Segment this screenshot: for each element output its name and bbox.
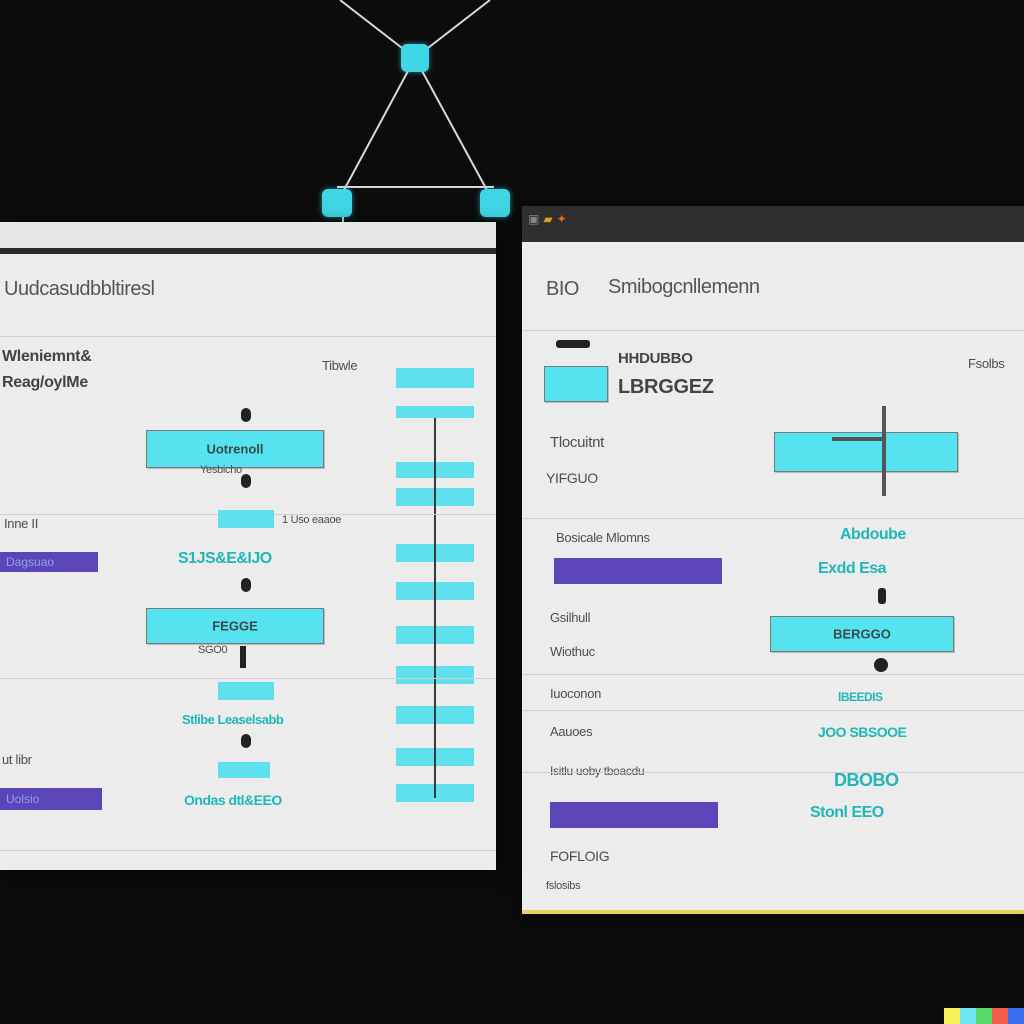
- right-row-2: YIFGUO: [546, 470, 598, 486]
- right-window-titlebar: ▣ ▰ ✦: [522, 206, 1024, 242]
- network-node-right[interactable]: [480, 189, 510, 217]
- slider-handle-icon[interactable]: [874, 658, 888, 672]
- right-row-10: fslosibs: [546, 880, 581, 892]
- left-window-titlebar: [0, 222, 496, 254]
- slider-handle-icon[interactable]: [241, 408, 251, 422]
- left-section-3-label: ut libr: [2, 752, 32, 767]
- right-row-7: Aauoes: [550, 724, 593, 739]
- left-window: Uudcasudbbltiresl Wleniemnt& Reag/oylMe …: [0, 222, 496, 870]
- left-window-title: Uudcasudbbltiresl: [4, 278, 155, 300]
- right-window-title: Smibogcnllemenn: [608, 276, 760, 298]
- right-window: ▣ ▰ ✦ BIO Smibogcnllemenn HHDUBBO LBRGGE…: [522, 206, 1024, 914]
- right-row-8: Isitlu uoby tboacdu: [550, 764, 645, 778]
- left-cyan-text-2: Stlibe Leaselsabb: [182, 712, 284, 727]
- right-box-2[interactable]: BERGGO: [770, 616, 954, 652]
- right-row-1: Tlocuitnt: [550, 434, 604, 451]
- left-cyan-text-3: Ondas dtl&EEO: [184, 792, 282, 808]
- right-box-1-crossbar: [832, 437, 884, 441]
- right-purple-bar-2[interactable]: [550, 802, 718, 828]
- right-cyan-text-1: Abdoube: [840, 526, 906, 543]
- slider-handle-icon[interactable]: [241, 578, 251, 592]
- right-window-toolbar: ▣ ▰ ✦: [528, 212, 567, 226]
- right-purple-bar-1[interactable]: [554, 558, 722, 584]
- right-row-5: Wiothuc: [550, 644, 595, 659]
- left-mini-strip-3: [218, 762, 270, 778]
- left-mini-strip-2: [218, 682, 274, 700]
- folder-icon[interactable]: ▰: [543, 212, 552, 226]
- left-box-2[interactable]: FEGGE: [146, 608, 324, 644]
- right-row-6: Iuoconon: [550, 686, 602, 701]
- left-header-label-2: Reag/oylMe: [2, 374, 88, 391]
- tool-icon[interactable]: ✦: [557, 212, 567, 226]
- left-section-2-label: Inne II: [4, 516, 39, 531]
- left-header-right: Tibwle: [322, 358, 358, 373]
- drag-handle-icon[interactable]: [556, 340, 590, 348]
- right-row-9: FOFLOIG: [550, 848, 610, 864]
- right-row-4: Gsilhull: [550, 610, 591, 625]
- left-box-1[interactable]: Uotrenoll: [146, 430, 324, 468]
- right-header-right: Fsolbs: [968, 356, 1005, 371]
- left-small-caption: 1 Uso eaaoe: [282, 514, 342, 526]
- right-box-1-stem: [882, 406, 886, 496]
- right-cyan-text-3: lBEEDIS: [838, 690, 883, 704]
- left-cyan-text-1: S1JS&E&IJO: [178, 550, 272, 567]
- right-window-statusbar: [522, 910, 1024, 914]
- left-purple-bar-1[interactable]: Dagsuao: [0, 552, 98, 572]
- right-cyan-text-6: Stonl EEO: [810, 804, 884, 821]
- slider-handle-icon[interactable]: [241, 474, 251, 488]
- left-column-stem: [434, 418, 436, 798]
- right-swatch-box[interactable]: [544, 366, 608, 402]
- slider-handle-icon[interactable]: [878, 588, 886, 604]
- left-mini-strip-1: [218, 510, 274, 528]
- right-cyan-text-4: JOO SBSOOE: [818, 724, 907, 740]
- left-strip-2: [396, 406, 474, 418]
- right-row-3: Bosicale Mlomns: [556, 530, 650, 545]
- left-strip-1: [396, 368, 474, 388]
- right-header-label-1: HHDUBBO: [618, 350, 693, 367]
- left-box-2-caption: SGO0: [198, 644, 228, 656]
- network-node-top[interactable]: [401, 44, 429, 72]
- left-purple-bar-2[interactable]: Uolsio: [0, 788, 102, 810]
- right-cyan-text-5: DBOBO: [834, 770, 899, 790]
- right-cyan-text-2: Exdd Esa: [818, 560, 887, 577]
- color-logo: [944, 1008, 1024, 1024]
- slider-handle-icon[interactable]: [241, 734, 251, 748]
- right-header-label-2: LBRGGEZ: [618, 376, 714, 398]
- app-icon[interactable]: ▣: [528, 212, 539, 226]
- left-header-label-1: Wleniemnt&: [2, 348, 92, 365]
- left-box-2-stem: [240, 646, 246, 668]
- right-window-title-prefix: BIO: [546, 278, 579, 300]
- left-box-1-caption: Yesbicho: [200, 464, 242, 476]
- network-node-left[interactable]: [322, 189, 352, 217]
